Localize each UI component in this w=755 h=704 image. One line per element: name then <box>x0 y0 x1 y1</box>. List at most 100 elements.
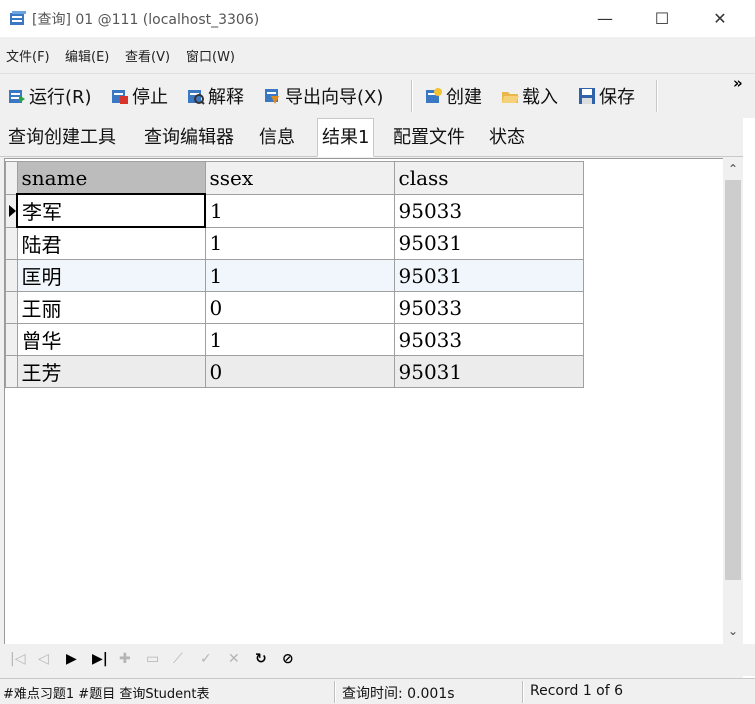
save-icon <box>579 88 595 104</box>
tab-profile[interactable]: 配置文件 <box>389 122 469 154</box>
menu-view[interactable]: 查看(V) <box>125 46 170 65</box>
window-title: [查询] 01 @111 (localhost_3306) <box>32 12 260 28</box>
last-record-icon[interactable]: ▶| <box>92 651 108 667</box>
result-grid-area: sname ssex class 李军 1 95033 陆君 1 95031 匡… <box>4 158 723 645</box>
first-record-icon[interactable]: |◁ <box>10 651 25 667</box>
tab-result1[interactable]: 结果1 <box>317 118 375 157</box>
stop-button[interactable]: 停止 <box>111 83 168 109</box>
delete-record-icon[interactable]: ▭ <box>146 651 159 667</box>
run-button[interactable]: 运行(R) <box>8 83 92 109</box>
export-wizard-button[interactable]: 导出向导(X) <box>264 83 383 109</box>
minimize-button[interactable]: — <box>577 0 633 37</box>
explain-label: 解释 <box>208 87 244 108</box>
cell-sname[interactable]: 匡明 <box>16 259 206 292</box>
tab-query-editor[interactable]: 查询编辑器 <box>140 122 238 154</box>
status-bar: #难点习题1 #题目 查询Student表 查询时间: 0.001s Recor… <box>0 678 755 704</box>
title-bar: [查询] 01 @111 (localhost_3306) — ☐ ✕ <box>0 0 755 37</box>
scroll-up-icon[interactable]: ⌃ <box>723 162 743 180</box>
row-indicator <box>5 323 18 356</box>
save-button[interactable]: 保存 <box>578 83 635 109</box>
scroll-down-icon[interactable]: ⌄ <box>723 624 743 642</box>
table-row[interactable]: 王芳 0 95031 <box>5 355 584 388</box>
cell-ssex[interactable]: 1 <box>204 193 395 228</box>
result-tabs: 查询创建工具 查询编辑器 信息 结果1 配置文件 状态 <box>0 118 755 157</box>
scrollbar-thumb[interactable] <box>725 180 741 580</box>
prior-record-icon[interactable]: ◁ <box>38 651 49 667</box>
vertical-scrollbar[interactable]: ⌃ ⌄ <box>723 158 743 644</box>
cell-class[interactable]: 95031 <box>393 226 584 260</box>
cell-sname[interactable]: 李军 <box>16 193 206 228</box>
close-button[interactable]: ✕ <box>692 0 748 37</box>
status-separator <box>522 681 524 703</box>
table-row[interactable]: 曾华 1 95033 <box>5 323 584 356</box>
menu-file[interactable]: 文件(F) <box>6 46 50 65</box>
column-header-class[interactable]: class <box>393 161 584 195</box>
next-record-icon[interactable]: ▶ <box>66 651 77 667</box>
stop-refresh-icon[interactable]: ⊘ <box>282 651 294 667</box>
table-row[interactable]: 李军 1 95033 <box>5 193 584 228</box>
cell-ssex[interactable]: 0 <box>204 291 395 324</box>
menu-edit[interactable]: 编辑(E) <box>65 46 109 65</box>
stop-label: 停止 <box>132 87 168 108</box>
column-header-ssex[interactable]: ssex <box>204 161 395 195</box>
toolbar-separator <box>656 80 658 112</box>
table-row[interactable]: 王丽 0 95033 <box>5 291 584 324</box>
cell-sname[interactable]: 曾华 <box>16 323 206 356</box>
table-row[interactable]: 匡明 1 95031 <box>5 259 584 292</box>
row-indicator-header <box>5 161 18 195</box>
create-label: 创建 <box>446 87 482 108</box>
status-record-count: Record 1 of 6 <box>530 683 624 699</box>
load-icon <box>502 92 519 103</box>
cell-ssex[interactable]: 1 <box>204 226 395 260</box>
create-button[interactable]: 创建 <box>425 83 482 109</box>
column-header-sname[interactable]: sname <box>16 161 206 195</box>
status-separator <box>334 681 336 703</box>
toolbar: 运行(R) 停止 解释 导出向导(X) 创建 载入 保存 » <box>0 73 755 118</box>
save-label: 保存 <box>599 87 635 108</box>
menu-window[interactable]: 窗口(W) <box>186 46 235 65</box>
toolbar-overflow-button[interactable]: » <box>733 74 743 92</box>
cell-ssex[interactable]: 1 <box>204 259 395 292</box>
cell-sname[interactable]: 王芳 <box>16 355 206 388</box>
explain-icon <box>188 90 205 105</box>
run-label: 运行(R) <box>29 87 92 108</box>
cell-sname[interactable]: 王丽 <box>16 291 206 324</box>
status-query-text: #难点习题1 #题目 查询Student表 <box>3 687 210 702</box>
insert-record-icon[interactable]: ✚ <box>119 651 131 667</box>
export-label: 导出向导(X) <box>285 87 384 108</box>
cell-ssex[interactable]: 1 <box>204 323 395 356</box>
cell-class[interactable]: 95033 <box>393 291 584 324</box>
table-row[interactable]: 陆君 1 95031 <box>5 226 584 260</box>
cancel-edit-icon[interactable]: ✕ <box>228 651 240 667</box>
tab-status[interactable]: 状态 <box>485 122 529 154</box>
row-indicator <box>5 193 18 228</box>
query-window-icon <box>10 11 26 25</box>
stop-icon <box>112 90 128 104</box>
run-icon <box>9 90 25 103</box>
grid-header-row: sname ssex class <box>5 161 584 195</box>
row-indicator <box>5 291 18 324</box>
cell-sname[interactable]: 陆君 <box>16 226 206 260</box>
cell-class[interactable]: 95031 <box>393 355 584 388</box>
load-label: 载入 <box>522 87 558 108</box>
load-button[interactable]: 载入 <box>501 83 558 109</box>
post-edit-icon[interactable]: ✓ <box>200 651 212 667</box>
tab-info[interactable]: 信息 <box>255 122 299 154</box>
cell-class[interactable]: 95031 <box>393 259 584 292</box>
current-row-arrow-icon <box>9 204 16 217</box>
toolbar-separator <box>411 80 413 112</box>
refresh-icon[interactable]: ↻ <box>255 651 267 667</box>
create-icon <box>426 88 442 103</box>
row-indicator <box>5 355 18 388</box>
cell-class[interactable]: 95033 <box>393 193 584 228</box>
cell-ssex[interactable]: 0 <box>204 355 395 388</box>
edit-record-icon[interactable]: ⟋ <box>173 651 183 667</box>
menu-bar: 文件(F) 编辑(E) 查看(V) 窗口(W) <box>0 37 755 73</box>
cell-class[interactable]: 95033 <box>393 323 584 356</box>
record-navigator: |◁ ◁ ▶ ▶| ✚ ▭ ⟋ ✓ ✕ ↻ ⊘ <box>0 644 755 676</box>
maximize-button[interactable]: ☐ <box>634 0 690 37</box>
explain-button[interactable]: 解释 <box>187 83 244 109</box>
row-indicator <box>5 259 18 292</box>
status-query-time: 查询时间: 0.001s <box>342 686 455 702</box>
tab-query-builder[interactable]: 查询创建工具 <box>4 122 120 154</box>
